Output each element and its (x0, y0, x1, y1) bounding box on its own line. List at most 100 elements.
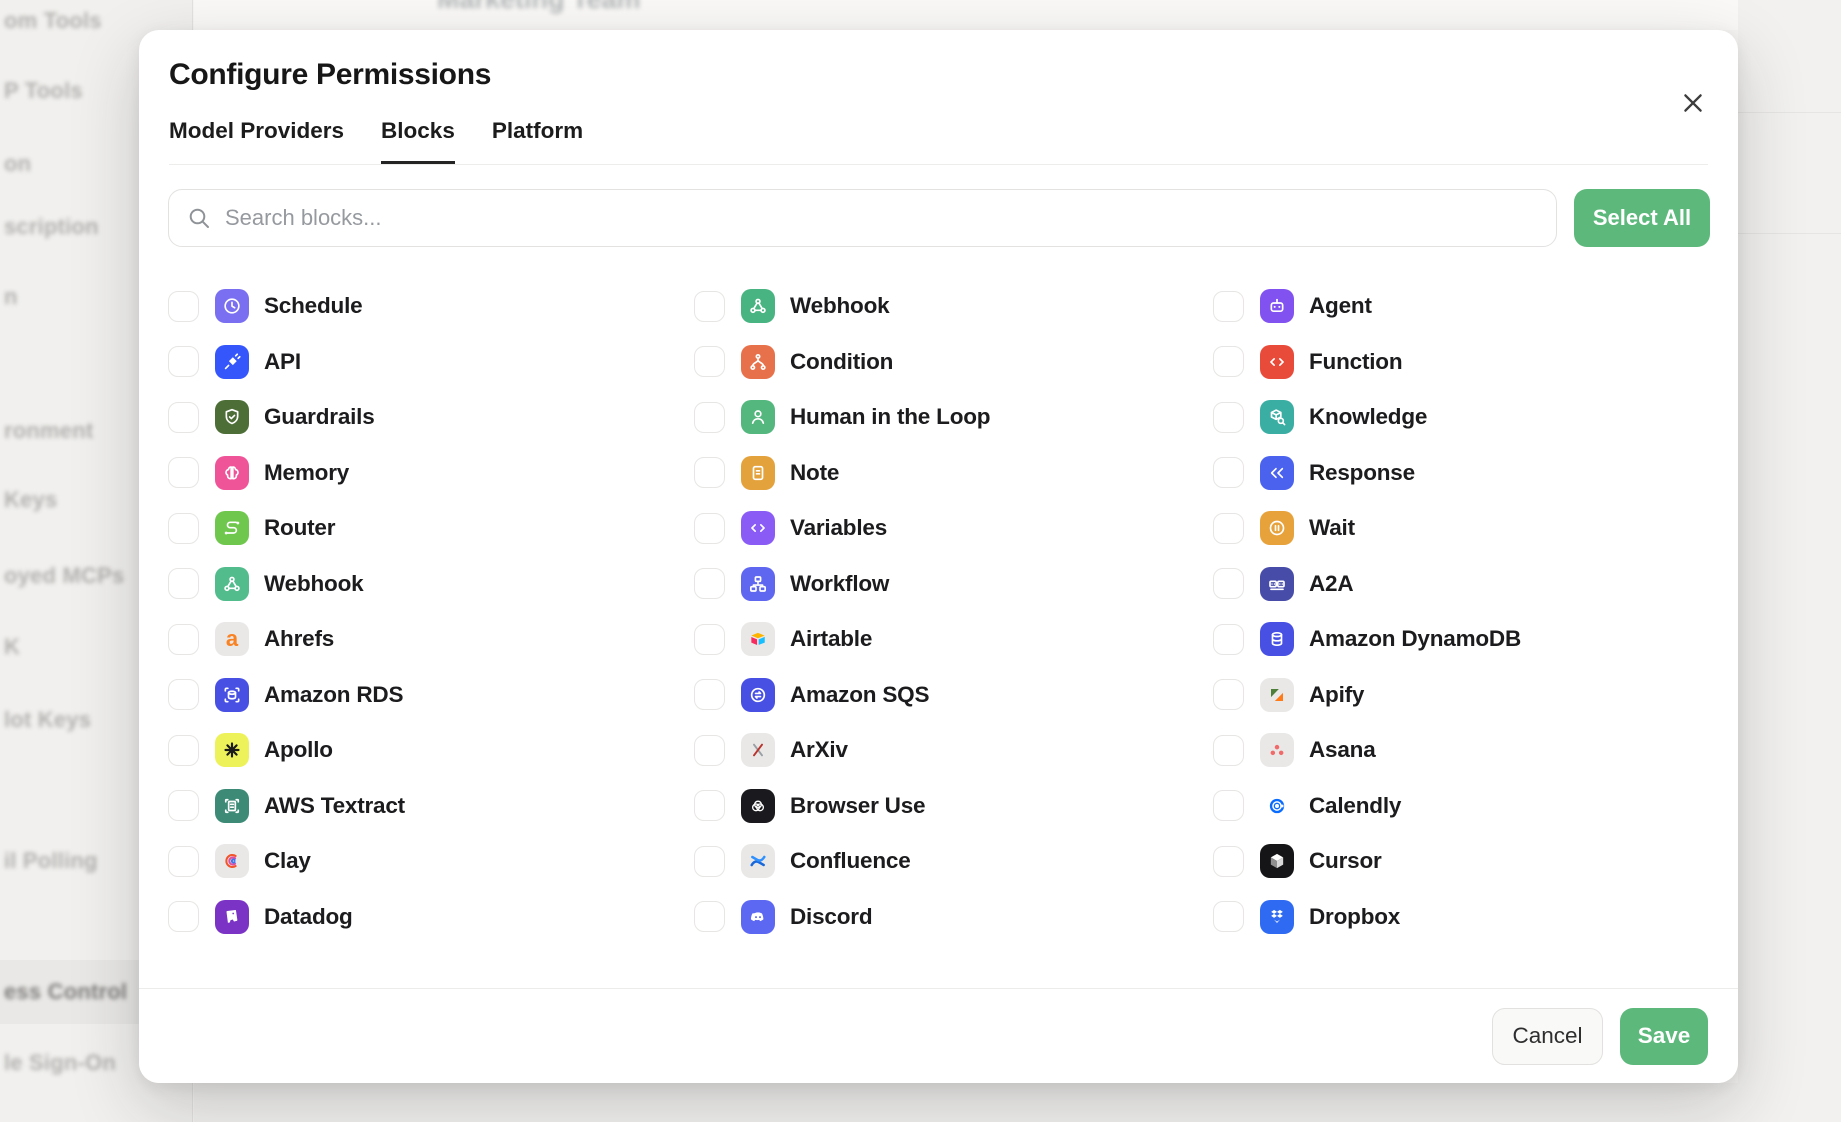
background-sidebar-item: ronment (4, 418, 93, 444)
block-checkbox[interactable] (694, 513, 725, 544)
block-label: Calendly (1309, 793, 1401, 819)
tab-blocks[interactable]: Blocks (381, 118, 455, 164)
block-checkbox[interactable] (168, 901, 199, 932)
block-label: Cursor (1309, 848, 1382, 874)
shield-icon (215, 400, 249, 434)
block-checkbox[interactable] (694, 346, 725, 377)
block-row: Memory (168, 456, 694, 490)
tab-model-providers[interactable]: Model Providers (169, 118, 344, 164)
block-row: aAhrefs (168, 622, 694, 656)
configure-permissions-dialog: Configure Permissions Model Providers Bl… (139, 30, 1738, 1083)
block-row: Browser Use (694, 789, 1213, 823)
block-checkbox[interactable] (694, 568, 725, 599)
block-checkbox[interactable] (1213, 291, 1244, 322)
block-row: Agent (1213, 289, 1710, 323)
block-checkbox[interactable] (168, 291, 199, 322)
block-checkbox[interactable] (694, 457, 725, 488)
block-checkbox[interactable] (1213, 679, 1244, 710)
robot-icon (1260, 289, 1294, 323)
block-checkbox[interactable] (694, 624, 725, 655)
tab-platform[interactable]: Platform (492, 118, 583, 164)
background-divider (1738, 112, 1841, 113)
block-checkbox[interactable] (168, 846, 199, 877)
block-checkbox[interactable] (1213, 513, 1244, 544)
dialog-footer: Cancel Save (139, 988, 1738, 1083)
tab-bar: Model Providers Blocks Platform (169, 118, 1708, 165)
block-label: Asana (1309, 737, 1376, 763)
blocks-grid: ScheduleAPIGuardrailsMemoryRouterWebhook… (168, 289, 1710, 955)
queue-icon (741, 678, 775, 712)
block-checkbox[interactable] (168, 790, 199, 821)
background-content: Marketing Team (194, 0, 1841, 30)
background-bottom-strip (194, 1083, 1841, 1122)
search-icon (187, 206, 211, 230)
block-label: API (264, 349, 301, 375)
block-checkbox[interactable] (168, 735, 199, 766)
block-checkbox[interactable] (1213, 402, 1244, 433)
block-row: Schedule (168, 289, 694, 323)
discord-icon (741, 900, 775, 934)
brain-icon (215, 456, 249, 490)
block-row: Cursor (1213, 844, 1710, 878)
block-row: A2A (1213, 567, 1710, 601)
webhook-icon (741, 289, 775, 323)
block-label: ArXiv (790, 737, 848, 763)
block-checkbox[interactable] (694, 402, 725, 433)
background-sidebar-item: lot Keys (4, 707, 91, 733)
background-right-strip (1738, 0, 1841, 1122)
block-label: Agent (1309, 293, 1372, 319)
block-checkbox[interactable] (168, 402, 199, 433)
clock-icon (215, 289, 249, 323)
block-checkbox[interactable] (1213, 735, 1244, 766)
blocks-column: ScheduleAPIGuardrailsMemoryRouterWebhook… (168, 289, 694, 955)
block-checkbox[interactable] (1213, 568, 1244, 599)
block-checkbox[interactable] (694, 790, 725, 821)
screen: Marketing Team om ToolsP Toolsonscriptio… (0, 0, 1841, 1122)
search-box (168, 189, 1557, 247)
block-row: Human in the Loop (694, 400, 1213, 434)
block-checkbox[interactable] (1213, 624, 1244, 655)
block-row: Apollo (168, 733, 694, 767)
block-label: Confluence (790, 848, 911, 874)
block-checkbox[interactable] (1213, 901, 1244, 932)
block-checkbox[interactable] (694, 291, 725, 322)
airtable-icon (741, 622, 775, 656)
block-checkbox[interactable] (694, 735, 725, 766)
background-sidebar-item: Keys (4, 487, 57, 513)
block-checkbox[interactable] (1213, 346, 1244, 377)
block-row: Note (694, 456, 1213, 490)
block-checkbox[interactable] (694, 846, 725, 877)
block-row: Amazon DynamoDB (1213, 622, 1710, 656)
block-row: ArXiv (694, 733, 1213, 767)
dialog-title: Configure Permissions (169, 58, 1708, 92)
person-icon (741, 400, 775, 434)
apify-icon (1260, 678, 1294, 712)
block-label: Webhook (790, 293, 889, 319)
orgchart-icon (741, 567, 775, 601)
block-label: AWS Textract (264, 793, 405, 819)
calendly-icon (1260, 789, 1294, 823)
save-button[interactable]: Save (1620, 1008, 1708, 1065)
block-label: Amazon DynamoDB (1309, 626, 1521, 652)
block-checkbox[interactable] (694, 901, 725, 932)
close-icon[interactable] (1676, 86, 1710, 120)
cancel-button[interactable]: Cancel (1492, 1008, 1603, 1065)
select-all-button[interactable]: Select All (1574, 189, 1710, 247)
block-checkbox[interactable] (168, 679, 199, 710)
block-row: API (168, 345, 694, 379)
block-checkbox[interactable] (1213, 846, 1244, 877)
background-sidebar-item: il Polling (4, 848, 98, 874)
block-row: Asana (1213, 733, 1710, 767)
search-input[interactable] (168, 189, 1557, 247)
block-checkbox[interactable] (168, 624, 199, 655)
note-icon (741, 456, 775, 490)
block-label: A2A (1309, 571, 1353, 597)
arxiv-icon (741, 733, 775, 767)
block-checkbox[interactable] (168, 457, 199, 488)
block-checkbox[interactable] (168, 346, 199, 377)
block-checkbox[interactable] (694, 679, 725, 710)
block-checkbox[interactable] (168, 568, 199, 599)
block-checkbox[interactable] (168, 513, 199, 544)
block-checkbox[interactable] (1213, 790, 1244, 821)
block-checkbox[interactable] (1213, 457, 1244, 488)
